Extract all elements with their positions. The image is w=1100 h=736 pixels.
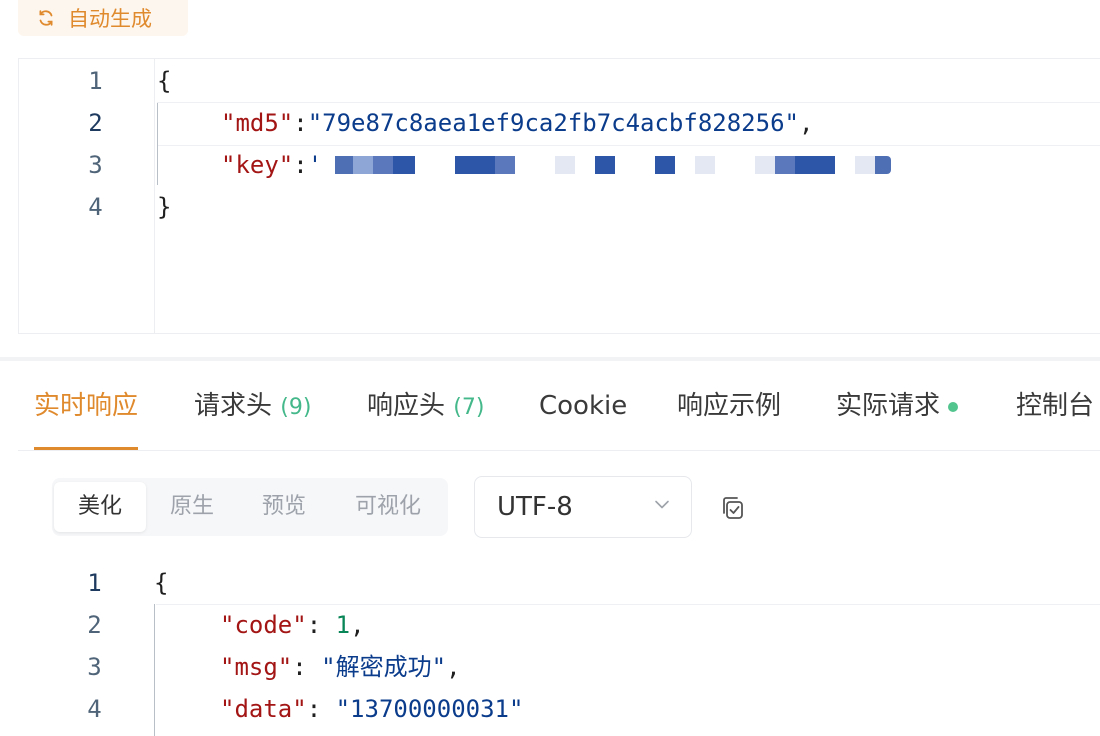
status-dot-icon [948, 401, 959, 412]
json-key: "key" [221, 151, 294, 179]
json-value: "13700000031" [335, 695, 524, 723]
code-text: "key":' [221, 144, 322, 186]
line-number: 4 [88, 193, 103, 221]
code-line: 3 "key":' [19, 144, 1100, 186]
response-tabs: 实时响应 请求头 (9) 响应头 (7) Cookie 响应示例 实际请求 控制… [18, 362, 1100, 451]
tab-count-badge: (9) [280, 395, 312, 420]
line-number: 2 [87, 611, 102, 639]
json-value-prefix: ' [307, 151, 323, 179]
json-colon: : [293, 109, 308, 137]
tab-label: 响应头 [367, 391, 446, 421]
json-colon: : [306, 695, 336, 723]
json-colon: : [292, 653, 322, 681]
tab-count-badge: (7) [453, 395, 485, 420]
tab-label: 实际请求 [836, 391, 941, 421]
tab-cookie[interactable]: Cookie [539, 362, 627, 450]
code-text: } [157, 193, 172, 221]
view-mode-pretty[interactable]: 美化 [54, 482, 146, 532]
view-mode-label: 美化 [77, 494, 122, 519]
chevron-down-icon [655, 500, 669, 509]
line-number: 1 [88, 67, 103, 95]
json-comma: , [798, 109, 814, 137]
line-number: 3 [88, 151, 103, 179]
code-text: { [154, 569, 169, 597]
json-key: "md5" [221, 109, 294, 137]
view-mode-label: 原生 [169, 494, 214, 519]
tab-console[interactable]: 控制台 [1016, 362, 1094, 450]
json-colon: : [293, 151, 308, 179]
code-text: { [157, 67, 172, 95]
tab-request-headers[interactable]: 请求头 (9) [194, 362, 311, 450]
request-body-editor[interactable]: 1 { 2 "md5":"79e87c8aea1ef9ca2fb7c4acbf8… [18, 58, 1100, 334]
line-number: 3 [87, 653, 102, 681]
encoding-select[interactable]: UTF-8 [474, 476, 692, 538]
tab-label: 控制台 [1016, 391, 1095, 421]
copy-check-icon[interactable] [716, 492, 748, 524]
response-body-editor[interactable]: 1 { 2 "code": 1, 3 "msg": "解密成功", 4 "dat… [18, 562, 1100, 736]
tab-label: 实时响应 [34, 391, 139, 421]
tab-label: 响应示例 [677, 391, 782, 421]
line-number: 4 [87, 695, 102, 723]
section-divider [0, 357, 1100, 361]
json-key: "code" [220, 611, 307, 639]
refresh-icon [39, 10, 53, 26]
code-line: 1 { [18, 562, 1100, 604]
view-mode-label: 可视化 [354, 494, 421, 519]
code-text: "md5":"79e87c8aea1ef9ca2fb7c4acbf828256"… [221, 102, 813, 144]
view-mode-preview[interactable]: 预览 [238, 482, 330, 532]
line-number: 2 [88, 109, 103, 137]
json-value: "79e87c8aea1ef9ca2fb7c4acbf828256" [307, 109, 799, 137]
json-colon: : [306, 611, 336, 639]
auto-generate-label: 自动生成 [68, 7, 152, 31]
tab-label: 请求头 [194, 391, 273, 421]
json-comma: , [446, 653, 461, 681]
view-mode-switch: 美化 原生 预览 可视化 [52, 478, 448, 536]
json-comma: , [350, 611, 365, 639]
tab-label: Cookie [539, 391, 628, 421]
code-line: 2 "code": 1, [18, 604, 1100, 646]
code-text: "data": "13700000031" [220, 688, 523, 730]
encoding-selected-value: UTF-8 [497, 492, 573, 522]
tab-response-example[interactable]: 响应示例 [677, 362, 781, 450]
code-line: 2 "md5":"79e87c8aea1ef9ca2fb7c4acbf82825… [19, 102, 1100, 144]
json-value: 1 [335, 611, 351, 639]
view-mode-raw[interactable]: 原生 [146, 482, 238, 532]
line-number: 1 [87, 569, 102, 597]
code-text: "code": 1, [220, 604, 365, 646]
tab-realtime-response[interactable]: 实时响应 [34, 362, 139, 450]
json-key: "data" [220, 695, 307, 723]
code-line: 3 "msg": "解密成功", [18, 646, 1100, 688]
code-line: 4 "data": "13700000031" [18, 688, 1100, 730]
auto-generate-button[interactable]: 自动生成 [18, 0, 188, 36]
tab-actual-request[interactable]: 实际请求 [836, 362, 959, 450]
code-text: "msg": "解密成功", [220, 646, 461, 688]
view-mode-visualize[interactable]: 可视化 [332, 482, 444, 532]
tab-response-headers[interactable]: 响应头 (7) [367, 362, 484, 450]
view-mode-label: 预览 [261, 494, 306, 519]
code-line: 4 } [19, 186, 1100, 228]
code-line: 1 { [19, 60, 1100, 102]
json-value: "解密成功" [321, 653, 447, 681]
json-key: "msg" [220, 653, 293, 681]
